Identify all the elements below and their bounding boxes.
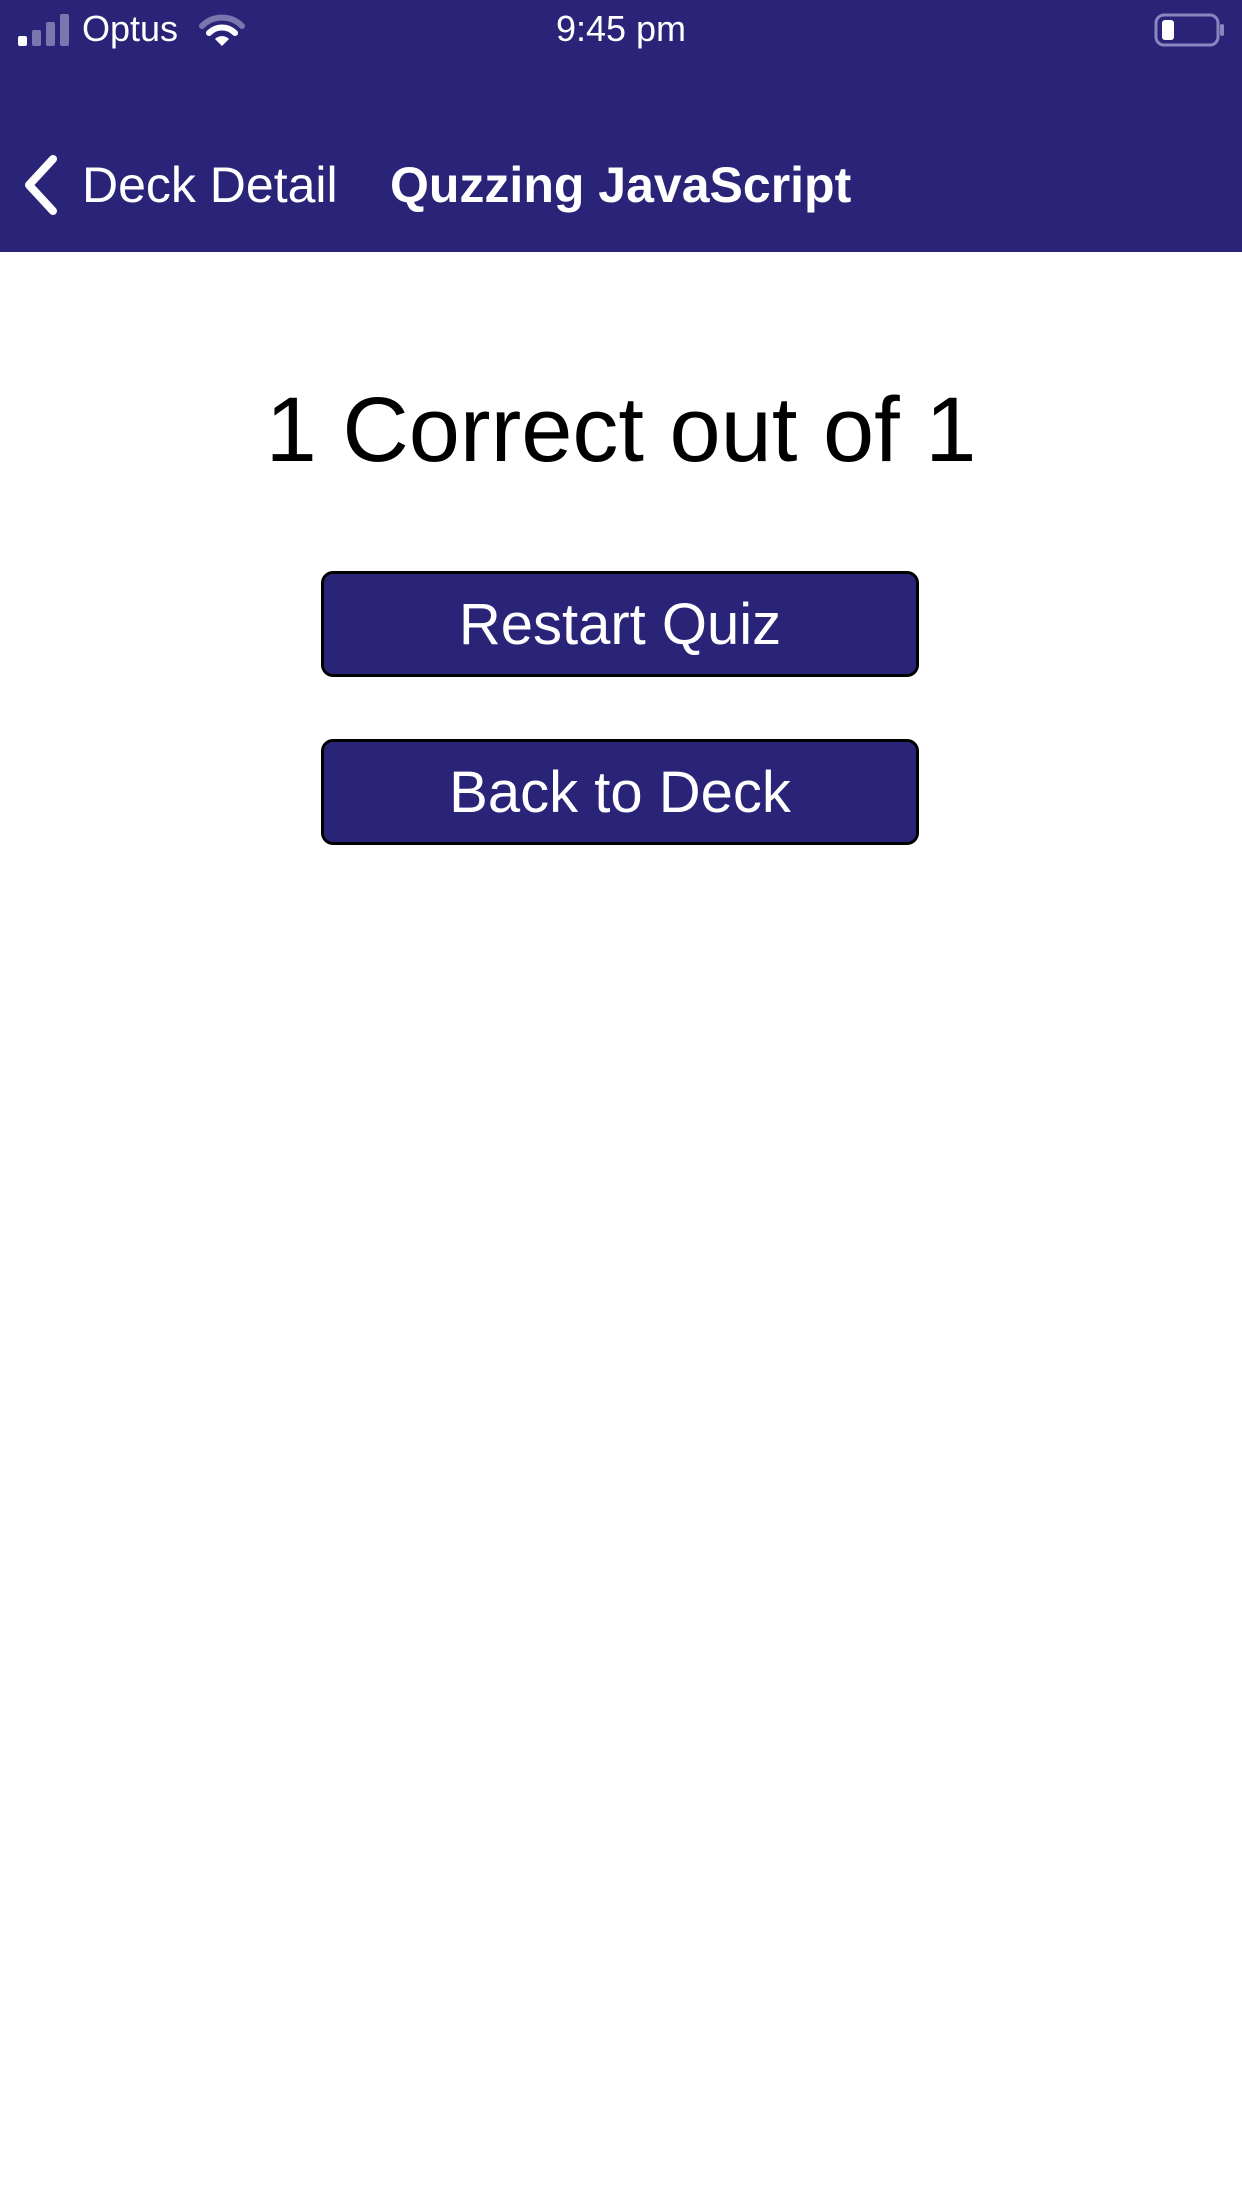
restart-quiz-label: Restart Quiz — [458, 591, 782, 657]
back-to-deck-button[interactable]: Back to Deck — [321, 739, 919, 845]
page-title: Quzzing JavaScript — [390, 157, 852, 213]
back-button[interactable]: Deck Detail — [20, 145, 338, 225]
app-header: Optus 9:45 pm Deck Detail Quzzing JavaSc… — [0, 0, 1242, 252]
back-to-deck-label: Back to Deck — [449, 759, 791, 825]
status-time: 9:45 pm — [555, 8, 687, 49]
chevron-left-icon — [25, 155, 57, 215]
restart-quiz-button[interactable]: Restart Quiz — [321, 571, 919, 677]
quiz-score: 1 Correct out of 1 — [265, 379, 977, 481]
back-button-label: Deck Detail — [82, 157, 338, 213]
battery-icon — [1154, 13, 1224, 47]
